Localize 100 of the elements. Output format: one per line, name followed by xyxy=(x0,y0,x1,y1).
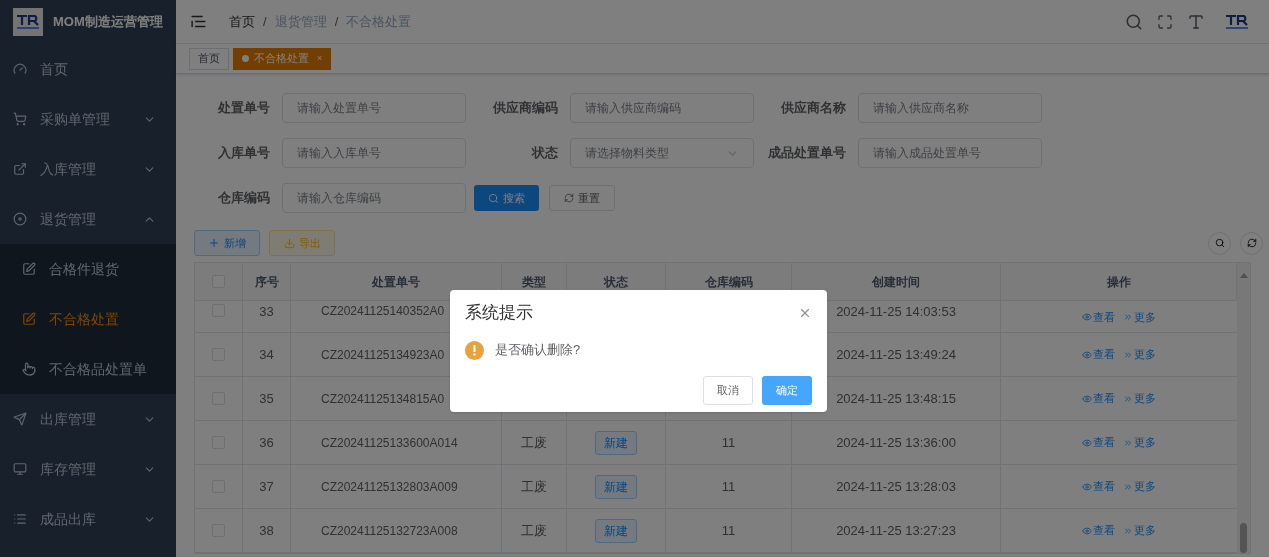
table-cell-text: 2024-11-25 13:27:23 xyxy=(836,521,956,540)
breadcrumb-separator: / xyxy=(334,12,339,31)
status-tag: 新建 xyxy=(595,518,637,543)
table-cell-text: 37 xyxy=(259,477,274,496)
status-select[interactable]: 请选择物料类型 xyxy=(570,138,754,168)
export-button[interactable]: 导出 xyxy=(269,230,335,256)
sidebar-item[interactable]: 入库管理 xyxy=(0,144,176,194)
sidebar-item[interactable]: 合格件退货 xyxy=(0,244,176,294)
chevrons-right-icon xyxy=(1123,312,1133,322)
view-link[interactable]: 查看 xyxy=(1082,302,1115,332)
eye-icon xyxy=(1082,437,1092,448)
view-link[interactable]: 查看 xyxy=(1082,346,1115,363)
warning-icon xyxy=(465,340,484,360)
column-header: 序号 xyxy=(254,273,279,291)
more-link[interactable]: 更多 xyxy=(1123,302,1156,332)
breadcrumb-item[interactable]: 首页 xyxy=(229,11,255,32)
confirm-button[interactable]: 确定 xyxy=(762,376,812,405)
logo-icon xyxy=(13,8,43,36)
refresh-icon xyxy=(564,193,574,203)
chevrons-right-icon xyxy=(1123,349,1133,360)
search-button[interactable]: 搜索 xyxy=(474,185,539,211)
sidebar-item[interactable]: 首页 xyxy=(0,44,176,94)
reset-button[interactable]: 重置 xyxy=(549,185,615,211)
page-tab[interactable]: 不合格处置 × xyxy=(233,47,332,70)
column-header: 状态 xyxy=(604,273,628,291)
scrollbar[interactable] xyxy=(1237,263,1250,553)
input-field[interactable]: 请输入仓库编码 xyxy=(282,183,466,213)
input-field[interactable]: 请输入入库单号 xyxy=(282,138,466,168)
table-cell-text: 35 xyxy=(259,389,274,408)
sidebar-item[interactable]: 采购单管理 xyxy=(0,94,176,144)
status-tag: 新建 xyxy=(595,430,637,455)
more-link[interactable]: 更多 xyxy=(1123,522,1156,539)
table-cell-text: 33 xyxy=(259,303,274,321)
download-icon xyxy=(283,237,295,249)
dialog-title: 系统提示 xyxy=(465,302,533,325)
table-cell-text: CZ20241125140352A0 xyxy=(321,303,445,320)
cancel-button[interactable]: 取消 xyxy=(703,376,753,405)
column-header: 创建时间 xyxy=(872,273,920,291)
table-cell-text: 2024-11-25 13:48:15 xyxy=(836,389,956,408)
font-size-icon[interactable] xyxy=(1187,12,1205,31)
more-link[interactable]: 更多 xyxy=(1123,478,1156,495)
add-button[interactable]: 新增 xyxy=(194,230,260,256)
sidebar-item[interactable]: 不合格品处置单 xyxy=(0,344,176,394)
table-cell-text: CZ20241125132723A008 xyxy=(321,522,458,540)
disc-icon xyxy=(13,212,27,226)
list-icon xyxy=(13,512,27,526)
filter-label: 处置单号 xyxy=(217,99,271,118)
filter-label: 仓库编码 xyxy=(217,189,271,208)
view-link[interactable]: 查看 xyxy=(1082,434,1115,451)
filter-label: 状态 xyxy=(530,144,559,163)
sidebar-item[interactable]: 库存管理 xyxy=(0,444,176,494)
dialog-message: 是否确认删除? xyxy=(495,341,581,360)
column-header: 处置单号 xyxy=(372,273,420,291)
table-cell-text: 34 xyxy=(259,345,274,364)
sidebar-item[interactable]: 退货管理 xyxy=(0,194,176,244)
table-cell-text: 2024-11-25 13:49:24 xyxy=(836,345,956,364)
table-cell-text: 11 xyxy=(721,521,736,540)
search-icon[interactable] xyxy=(1125,12,1143,31)
close-icon[interactable] xyxy=(798,306,812,320)
monitor-icon xyxy=(13,462,27,476)
eye-icon xyxy=(1082,349,1092,360)
table-cell-text: 2024-11-25 13:36:00 xyxy=(836,433,956,452)
search-icon xyxy=(1214,238,1225,248)
sidebar-item[interactable]: 成品出库 xyxy=(0,494,176,544)
sidebar-item[interactable]: 出库管理 xyxy=(0,394,176,444)
table-cell-text: CZ20241125133600A014 xyxy=(321,434,458,452)
menu-icon[interactable] xyxy=(190,13,207,30)
input-field[interactable]: 请输入供应商名称 xyxy=(858,93,1042,123)
view-link[interactable]: 查看 xyxy=(1082,478,1115,495)
cart-icon xyxy=(13,112,27,126)
tab-close[interactable]: × xyxy=(317,51,323,66)
scroll-thumb[interactable] xyxy=(1240,523,1247,553)
edit-icon xyxy=(22,262,36,276)
search-icon xyxy=(488,192,499,204)
more-link[interactable]: 更多 xyxy=(1123,346,1156,363)
input-field[interactable]: 请输入供应商编码 xyxy=(570,93,754,123)
app-title: MOM制造运营管理 xyxy=(53,13,163,32)
more-link[interactable]: 更多 xyxy=(1123,390,1156,407)
chevrons-right-icon xyxy=(1123,525,1133,536)
sidebar-item[interactable]: 不合格处置 xyxy=(0,294,176,344)
eye-icon xyxy=(1082,481,1092,492)
chevrons-right-icon xyxy=(1123,437,1133,448)
table-cell-text: 工废 xyxy=(521,433,547,452)
more-link[interactable]: 更多 xyxy=(1123,434,1156,451)
filter-label: 供应商编码 xyxy=(491,99,559,118)
breadcrumb-separator: / xyxy=(263,12,267,31)
chevrons-right-icon xyxy=(1123,481,1133,492)
eye-icon xyxy=(1082,393,1092,404)
table-cell-text: 36 xyxy=(259,433,274,452)
table-cell-text: CZ20241125132803A009 xyxy=(321,478,458,496)
scroll-up-icon[interactable] xyxy=(1239,273,1248,278)
page-tab[interactable]: 首页 xyxy=(189,47,229,70)
filter-label: 入库单号 xyxy=(217,144,271,163)
table-cell-text: 工废 xyxy=(521,521,547,540)
eye-icon xyxy=(1082,312,1092,322)
fullscreen-icon[interactable] xyxy=(1157,13,1173,30)
table-cell-text: 2024-11-25 14:03:53 xyxy=(836,303,956,321)
filter-label: 供应商名称 xyxy=(779,99,847,118)
view-link[interactable]: 查看 xyxy=(1082,390,1115,407)
view-link[interactable]: 查看 xyxy=(1082,522,1115,539)
